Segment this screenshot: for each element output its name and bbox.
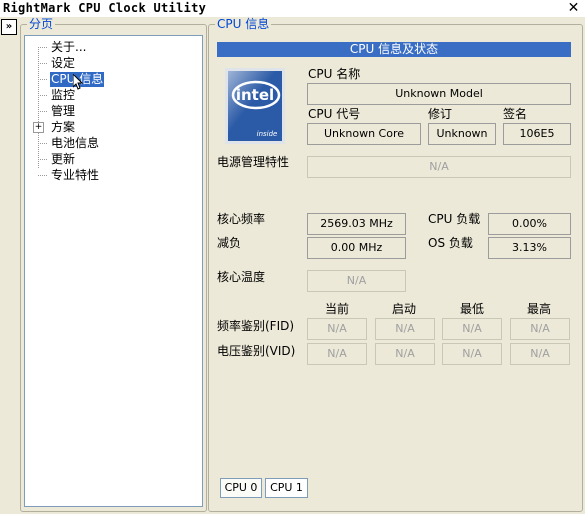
cpu-load-label: CPU 负载: [428, 212, 481, 226]
fid-startup-field: N/A: [375, 318, 435, 340]
cpu-code-field: Unknown Core: [307, 123, 421, 145]
signature-label: 签名: [503, 107, 528, 121]
cpu-load-field: 0.00%: [488, 213, 571, 235]
window-title: RightMark CPU Clock Utility: [3, 1, 207, 15]
core-temp-field: N/A: [307, 270, 406, 292]
power-mgmt-field: N/A: [307, 156, 571, 178]
nav-legend: 分页: [27, 17, 56, 31]
core-temp-label: 核心温度: [217, 270, 266, 284]
nav-item-settings[interactable]: 设定: [50, 56, 76, 71]
section-header: CPU 信息及状态: [217, 42, 571, 57]
os-load-field: 3.13%: [488, 237, 571, 259]
throttle-field: 0.00 MHz: [307, 237, 406, 259]
revision-label: 修订: [428, 107, 453, 121]
fid-label: 频率鉴别(FID): [217, 319, 295, 333]
intel-inside-logo-icon: intel inside: [225, 68, 285, 144]
core-freq-label: 核心频率: [217, 212, 266, 226]
cpu-code-label: CPU 代号: [308, 107, 361, 121]
tab-cpu-1[interactable]: CPU 1: [265, 478, 308, 498]
close-button[interactable]: ✕: [566, 1, 581, 16]
nav-group: 分页 关于... 设定 CPU 信息 监控 管理 + 方案 电池信息 更新 专业…: [20, 17, 207, 512]
tree-connector: [38, 175, 47, 176]
vid-min-field: N/A: [442, 343, 502, 365]
core-freq-field: 2569.03 MHz: [307, 213, 406, 235]
tree-connector: [38, 95, 47, 96]
nav-item-about[interactable]: 关于...: [50, 40, 87, 55]
revision-field: Unknown: [428, 123, 496, 145]
nav-item-management[interactable]: 管理: [50, 104, 76, 119]
nav-tree[interactable]: 关于... 设定 CPU 信息 监控 管理 + 方案 电池信息 更新 专业特性: [24, 35, 203, 507]
collapse-panel-button[interactable]: »: [1, 19, 17, 35]
tree-connector: [38, 111, 47, 112]
os-load-label: OS 负载: [428, 236, 473, 250]
mouse-cursor-icon: [73, 74, 83, 90]
fid-max-field: N/A: [510, 318, 570, 340]
column-max: 最高: [527, 302, 552, 316]
cpu-info-legend: CPU 信息: [215, 17, 272, 31]
cpu-name-label: CPU 名称: [308, 67, 361, 81]
expand-icon[interactable]: +: [33, 122, 44, 133]
logo-sub-text: inside: [257, 130, 278, 138]
nav-item-profiles[interactable]: 方案: [50, 120, 76, 135]
nav-item-pro-features[interactable]: 专业特性: [50, 168, 100, 183]
vid-current-field: N/A: [307, 343, 367, 365]
signature-field: 106E5: [503, 123, 571, 145]
fid-current-field: N/A: [307, 318, 367, 340]
tree-connector: [38, 159, 47, 160]
tree-connector: [38, 47, 47, 48]
throttle-label: 减负: [217, 236, 242, 250]
column-startup: 启动: [392, 302, 417, 316]
tree-connector: [38, 63, 47, 64]
nav-item-monitor[interactable]: 监控: [50, 88, 76, 103]
nav-item-update[interactable]: 更新: [50, 152, 76, 167]
tab-cpu-0[interactable]: CPU 0: [220, 478, 262, 498]
cpu-name-field: Unknown Model: [307, 83, 571, 105]
nav-item-battery[interactable]: 电池信息: [50, 136, 100, 151]
power-mgmt-label: 电源管理特性: [217, 155, 290, 169]
column-min: 最低: [460, 302, 485, 316]
tree-connector: [38, 47, 39, 168]
tree-connector: [38, 79, 47, 80]
title-bar: RightMark CPU Clock Utility ✕: [0, 0, 585, 17]
vid-label: 电压鉴别(VID): [217, 344, 296, 358]
column-current: 当前: [325, 302, 350, 316]
vid-startup-field: N/A: [375, 343, 435, 365]
logo-brand-text: intel: [236, 86, 274, 104]
tree-connector: [38, 143, 47, 144]
vid-max-field: N/A: [510, 343, 570, 365]
fid-min-field: N/A: [442, 318, 502, 340]
